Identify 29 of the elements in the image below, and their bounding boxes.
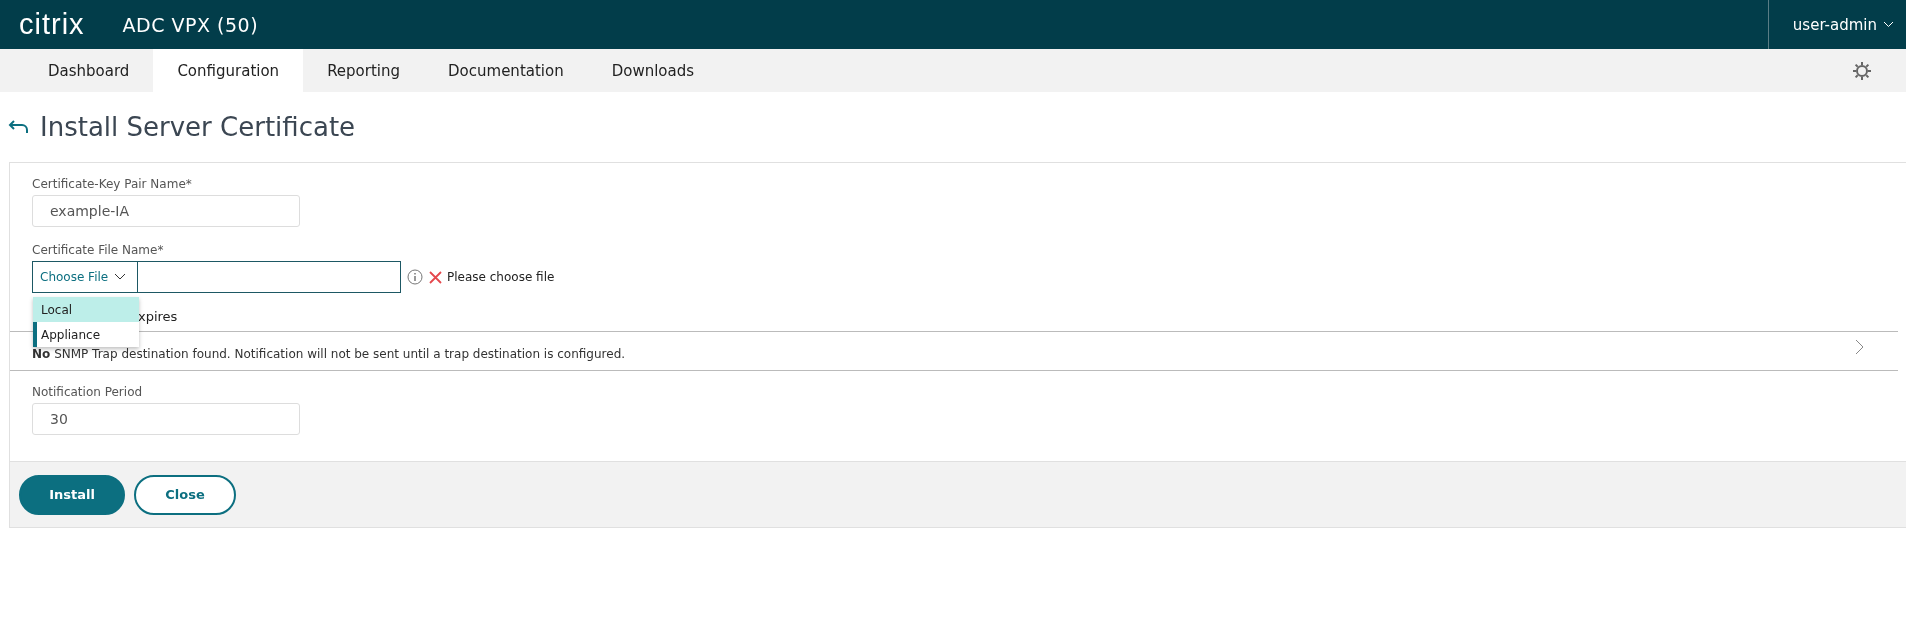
back-arrow-icon[interactable] (8, 119, 30, 135)
nav-tab[interactable]: Reporting (303, 49, 425, 92)
chevron-down-icon (114, 273, 127, 281)
dropdown-option[interactable]: Local (33, 297, 139, 322)
dropdown-option[interactable]: Appliance (33, 322, 139, 347)
field-label: Certificate-Key Pair Name* (32, 177, 193, 191)
file-name-field[interactable] (138, 261, 401, 293)
product-name: ADC VPX (50) (122, 13, 259, 36)
field-label: Certificate File Name* (32, 243, 165, 257)
nav-tab[interactable]: Configuration (153, 49, 304, 92)
close-button[interactable]: Close (134, 474, 236, 515)
page-title: Install Server Certificate (40, 112, 356, 142)
notification-period-field[interactable]: 30 (32, 403, 300, 435)
nav-tab[interactable]: Downloads (587, 49, 719, 92)
logo: citrix (19, 8, 85, 41)
nav-tab[interactable]: Dashboard (24, 49, 154, 92)
nav-tab[interactable]: Documentation (424, 49, 588, 92)
error-icon (429, 270, 442, 284)
install-button[interactable]: Install (19, 474, 125, 515)
key-pair-name-field[interactable]: example-IA (32, 195, 300, 227)
chevron-down-icon (1883, 21, 1894, 28)
error-message: Please choose file (447, 270, 555, 284)
checkbox-label: xpires (138, 309, 179, 326)
chevron-right-icon (1855, 338, 1864, 355)
choose-file-dropdown[interactable]: Choose File (32, 261, 138, 293)
info-icon[interactable] (407, 269, 423, 285)
settings-icon[interactable] (1852, 60, 1872, 81)
field-label: Notification Period (32, 385, 144, 399)
snmp-notice: No SNMP Trap destination found. Notification will not be sent until a trap destination is configured. (32, 347, 626, 361)
